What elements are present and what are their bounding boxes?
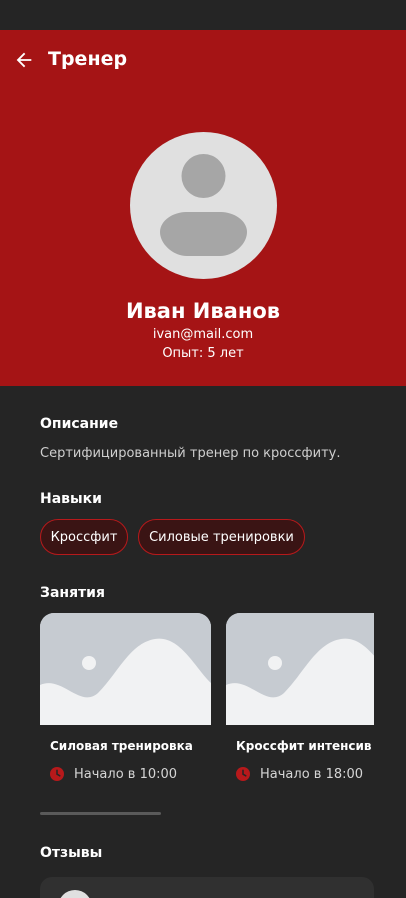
trainer-name: Иван Иванов xyxy=(125,299,281,323)
description-heading: Описание xyxy=(40,416,119,432)
lessons-heading: Занятия xyxy=(40,585,105,601)
skills-heading: Навыки xyxy=(40,491,102,507)
reviewer-avatar xyxy=(58,890,92,898)
description-text: Сертифицированный тренер по кроссфиту. xyxy=(40,446,341,461)
lesson-start-time: Начало в 18:00 xyxy=(236,765,363,783)
page-title: Тренер xyxy=(48,48,128,70)
status-bar xyxy=(0,0,406,30)
clock-icon xyxy=(236,767,250,781)
lesson-image xyxy=(226,613,374,725)
review-card[interactable] xyxy=(40,877,374,898)
carousel-scroll-indicator[interactable] xyxy=(40,812,161,815)
lesson-time-label: Начало в 18:00 xyxy=(260,766,364,782)
back-button[interactable] xyxy=(12,48,36,72)
lesson-card[interactable]: Кроссфит интенсив Начало в 18:00 xyxy=(226,613,374,793)
avatar xyxy=(130,132,277,279)
image-placeholder-icon xyxy=(226,613,374,725)
trainer-email: ivan@mail.com xyxy=(152,327,254,342)
lesson-title: Силовая тренировка xyxy=(50,739,193,753)
clock-icon xyxy=(50,767,64,781)
trainer-experience: Опыт: 5 лет xyxy=(162,346,244,361)
lesson-card[interactable]: Силовая тренировка Начало в 10:00 xyxy=(40,613,211,793)
arrow-left-icon xyxy=(16,52,32,68)
skill-chip[interactable]: Силовые тренировки xyxy=(138,519,305,555)
profile-header: Тренер Иван Иванов ivan@mail.com Опыт: 5… xyxy=(0,30,406,386)
lesson-title: Кроссфит интенсив xyxy=(236,739,372,753)
app-bar: Тренер xyxy=(0,30,406,90)
lesson-start-time: Начало в 10:00 xyxy=(50,765,177,783)
lesson-time-label: Начало в 10:00 xyxy=(74,766,178,782)
lessons-carousel[interactable]: Силовая тренировка Начало в 10:00 Кроссф… xyxy=(40,613,374,793)
image-placeholder-icon xyxy=(40,613,211,725)
lesson-image xyxy=(40,613,211,725)
reviews-heading: Отзывы xyxy=(40,845,103,861)
person-icon xyxy=(160,154,247,256)
skill-chip[interactable]: Кроссфит xyxy=(40,519,128,555)
